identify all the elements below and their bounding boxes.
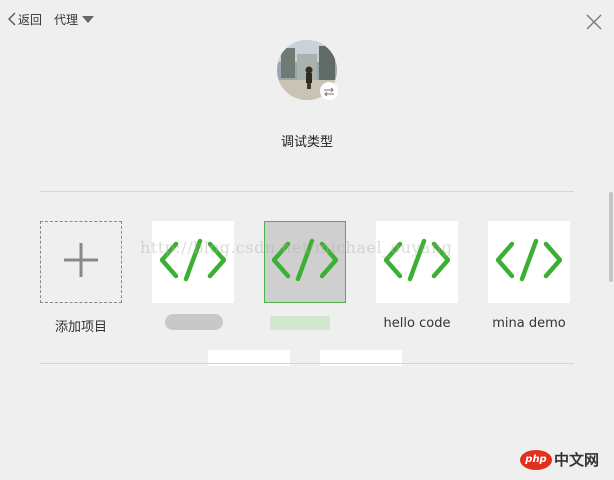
project-tile-2-selected[interactable] xyxy=(264,221,346,303)
project-label-1-redacted xyxy=(165,314,223,330)
add-project-label: 添加项目 xyxy=(54,320,107,335)
divider-bottom xyxy=(40,363,574,364)
proxy-label: 代理 xyxy=(54,12,79,27)
php-badge: php xyxy=(520,449,552,470)
switch-account-button[interactable] xyxy=(320,82,338,100)
scrollbar-thumb[interactable] xyxy=(609,192,613,282)
plus-icon xyxy=(62,241,100,283)
proxy-dropdown[interactable]: 代理 xyxy=(54,10,95,28)
watermark: http://blog.csdn.net/michael_ouyang xyxy=(140,238,453,257)
logo-text: 中文网 xyxy=(554,451,600,469)
close-icon xyxy=(585,14,603,35)
divider-top xyxy=(40,191,574,192)
dropdown-caret-icon xyxy=(78,15,95,23)
code-icon xyxy=(495,238,563,286)
back-label: 返回 xyxy=(18,12,43,27)
close-button[interactable] xyxy=(585,13,603,31)
project-tile-1[interactable] xyxy=(152,221,234,303)
back-button[interactable]: 返回 xyxy=(8,10,42,28)
project-tile-mina-demo[interactable] xyxy=(488,221,570,303)
project-tile-hello-code[interactable] xyxy=(376,221,458,303)
back-chevron-icon xyxy=(8,12,16,26)
project-label-mina-demo: mina demo xyxy=(492,316,566,331)
php-cn-logo: php 中文网 xyxy=(520,449,599,470)
top-bar: 返回 代理 xyxy=(0,0,614,36)
project-label-hello-code: hello code xyxy=(383,316,451,331)
page-title: 调试类型 xyxy=(280,135,333,150)
switch-icon xyxy=(323,82,335,101)
project-label-2-redacted xyxy=(270,316,330,330)
add-project-tile[interactable] xyxy=(40,221,122,303)
